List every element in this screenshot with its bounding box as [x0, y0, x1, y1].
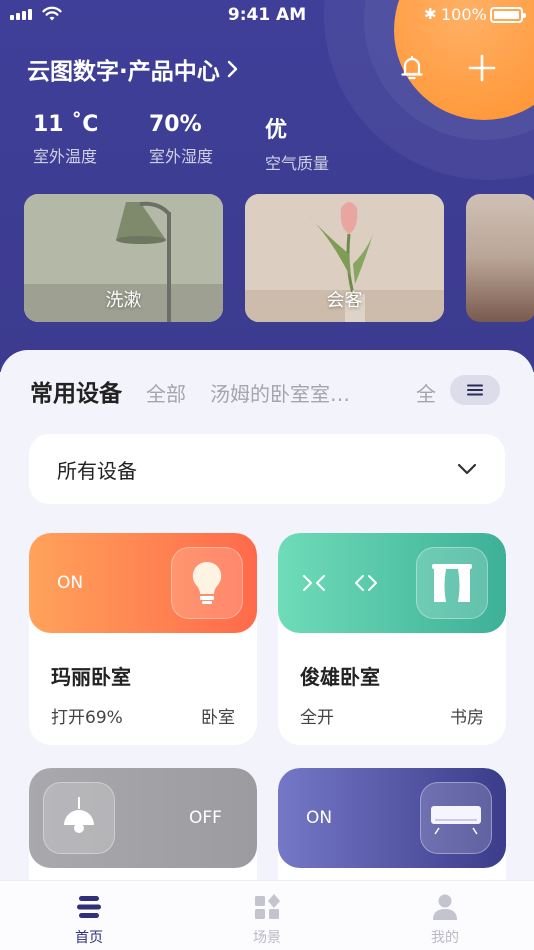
- room-tabs: 常用设备 全部 汤姆的卧室室…: [30, 374, 374, 408]
- bell-icon[interactable]: [398, 54, 426, 82]
- nav-label: 首页: [75, 930, 103, 946]
- nav-scenes[interactable]: 场景: [178, 881, 356, 950]
- app-screen: 9:41 AM ✱ 100% 云图数字·产品中心 11 ˚C 室外温度 70% …: [0, 0, 534, 950]
- location-selector[interactable]: 云图数字·产品中心: [27, 52, 240, 86]
- scene-label: 洗漱: [105, 290, 142, 311]
- device-card-header: ON: [29, 533, 257, 633]
- weather-value: 11 ˚C: [33, 112, 99, 137]
- curtain-close-icon[interactable]: [300, 573, 328, 593]
- device-name: 俊雄卧室: [300, 665, 380, 689]
- curtain-icon: [416, 547, 488, 619]
- device-card-header: OFF: [29, 768, 257, 868]
- device-status: 全开: [300, 708, 334, 728]
- device-state[interactable]: ON: [306, 808, 332, 828]
- scene-carousel[interactable]: 洗漱 会客: [24, 194, 534, 322]
- battery-icon: [490, 7, 526, 23]
- nav-profile[interactable]: 我的: [356, 881, 534, 950]
- dropdown-selected: 所有设备: [57, 458, 137, 483]
- tab-menu-button[interactable]: [450, 375, 500, 405]
- scene-card-partial[interactable]: [466, 194, 534, 322]
- scene-label: 会客: [326, 290, 363, 311]
- weather-value: 70%: [149, 112, 202, 137]
- home-icon: [77, 896, 101, 918]
- menu-icon: [467, 384, 483, 396]
- device-card-junxiong-bedroom[interactable]: 俊雄卧室 全开 书房: [278, 533, 506, 745]
- device-status: 打开69%: [51, 708, 123, 728]
- air-conditioner-icon: [420, 782, 492, 854]
- tab-common-devices[interactable]: 常用设备: [30, 374, 122, 408]
- scene-card-guest[interactable]: 会客: [245, 194, 444, 322]
- profile-icon: [433, 894, 457, 920]
- curtain-open-icon[interactable]: [352, 573, 380, 593]
- weather-summary: 11 ˚C 室外温度 70% 室外湿度 优 空气质量: [33, 112, 381, 174]
- tab-overflow[interactable]: 全: [416, 378, 436, 407]
- device-state[interactable]: ON: [57, 573, 83, 593]
- add-icon[interactable]: [466, 52, 498, 84]
- weather-label: 空气质量: [265, 154, 330, 173]
- weather-label: 室外湿度: [149, 147, 214, 166]
- device-state[interactable]: OFF: [189, 808, 222, 828]
- bottom-nav: 首页 场景 我的: [0, 880, 534, 950]
- chevron-right-icon: [227, 60, 237, 78]
- location-title: 云图数字·产品中心: [27, 59, 220, 85]
- nav-label: 场景: [253, 930, 281, 946]
- weather-air-quality: 优 空气质量: [265, 112, 381, 174]
- bulb-icon: [171, 547, 243, 619]
- device-card-header: ON: [278, 768, 506, 868]
- scene-card-wash[interactable]: 洗漱: [24, 194, 223, 322]
- device-filter-dropdown[interactable]: 所有设备: [29, 434, 505, 504]
- battery-percent: 100%: [441, 5, 487, 24]
- weather-label: 室外温度: [33, 147, 98, 166]
- device-panel: 常用设备 全部 汤姆的卧室室… 全 所有设备 ON 玛丽卧室 打开69% 卧室 …: [0, 350, 534, 950]
- device-card-header: [278, 533, 506, 633]
- scene-icon: [255, 894, 280, 919]
- bluetooth-icon: ✱: [424, 5, 437, 23]
- weather-temperature: 11 ˚C 室外温度: [33, 112, 149, 174]
- device-name: 玛丽卧室: [51, 665, 131, 689]
- weather-humidity: 70% 室外湿度: [149, 112, 265, 174]
- status-bar: 9:41 AM ✱ 100%: [0, 0, 534, 32]
- pendant-lamp-icon: [43, 782, 115, 854]
- device-room: 卧室: [201, 708, 235, 728]
- device-room: 书房: [450, 708, 484, 728]
- device-card-mary-bedroom[interactable]: ON 玛丽卧室 打开69% 卧室: [29, 533, 257, 745]
- nav-home[interactable]: 首页: [0, 881, 178, 950]
- weather-value: 优: [265, 118, 288, 143]
- nav-label: 我的: [431, 930, 459, 946]
- chevron-down-icon: [457, 463, 477, 475]
- tab-all[interactable]: 全部: [146, 378, 186, 407]
- header-section: 9:41 AM ✱ 100% 云图数字·产品中心 11 ˚C 室外温度 70% …: [0, 0, 534, 372]
- tab-tom-bedroom[interactable]: 汤姆的卧室室…: [210, 378, 350, 407]
